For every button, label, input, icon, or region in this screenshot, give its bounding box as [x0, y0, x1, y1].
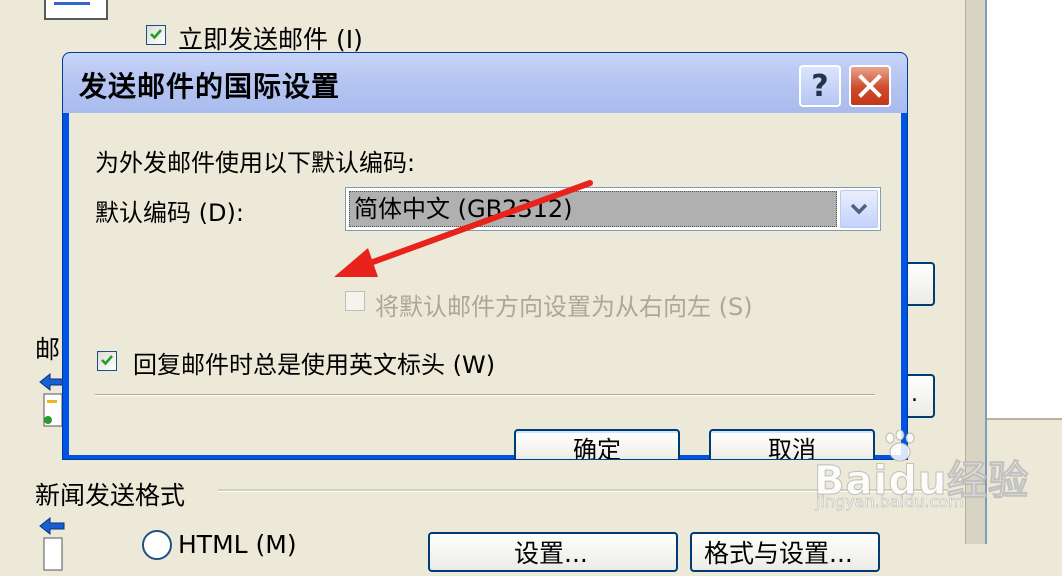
baidu-watermark: Baidu经验 jingyan.baidu.com — [808, 430, 1029, 520]
watermark-url: jingyan.baidu.com — [816, 492, 964, 512]
